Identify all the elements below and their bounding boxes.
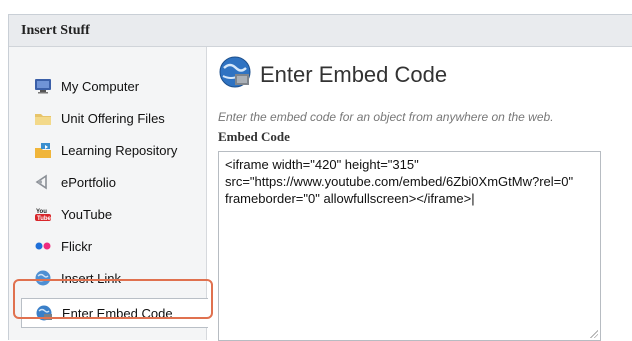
sidebar-item-learning-repository[interactable]: Learning Repository — [17, 135, 201, 165]
link-globe-icon — [33, 269, 53, 287]
insert-stuff-dialog: Insert Stuff My Computer Unit Offering F… — [8, 14, 632, 341]
sidebar: My Computer Unit Offering Files Learning… — [9, 47, 209, 340]
sidebar-item-enter-embed-code[interactable]: Enter Embed Code — [21, 298, 209, 328]
youtube-icon: You Tube — [33, 205, 53, 223]
flickr-icon — [33, 237, 53, 255]
sidebar-item-label: YouTube — [61, 206, 113, 222]
eportfolio-icon — [33, 173, 53, 191]
sidebar-item-label: ePortfolio — [61, 174, 116, 190]
sidebar-item-eportfolio[interactable]: ePortfolio — [17, 167, 201, 197]
embed-globe-icon — [218, 55, 252, 94]
embed-code-label: Embed Code — [218, 129, 290, 144]
embed-globe-icon — [34, 304, 54, 322]
sidebar-item-label: Enter Embed Code — [62, 305, 173, 321]
computer-icon — [33, 77, 53, 95]
sidebar-item-label: Insert Link — [61, 270, 121, 286]
main-header: Enter Embed Code — [218, 55, 447, 94]
sidebar-item-my-computer[interactable]: My Computer — [17, 71, 201, 101]
sidebar-item-label: Unit Offering Files — [61, 110, 165, 126]
svg-text:Tube: Tube — [37, 216, 52, 222]
sidebar-item-youtube[interactable]: You Tube YouTube — [17, 199, 201, 229]
sidebar-item-insert-link[interactable]: Insert Link — [17, 263, 201, 293]
embed-code-textarea[interactable]: <iframe width="420" height="315" src="ht… — [218, 151, 601, 341]
dialog-header: Insert Stuff — [9, 15, 632, 47]
dialog-title: Insert Stuff — [21, 22, 90, 38]
description-text: Enter the embed code for an object from … — [218, 110, 554, 124]
folder-icon — [33, 109, 53, 127]
sidebar-item-label: My Computer — [61, 78, 140, 94]
sidebar-item-label: Learning Repository — [61, 142, 178, 158]
main-panel: Enter Embed Code Enter the embed code fo… — [208, 47, 632, 341]
sidebar-item-flickr[interactable]: Flickr — [17, 231, 201, 261]
page-title: Enter Embed Code — [260, 61, 448, 87]
sidebar-item-unit-offering-files[interactable]: Unit Offering Files — [17, 103, 201, 133]
repository-icon — [33, 141, 53, 159]
sidebar-item-label: Flickr — [61, 238, 93, 254]
